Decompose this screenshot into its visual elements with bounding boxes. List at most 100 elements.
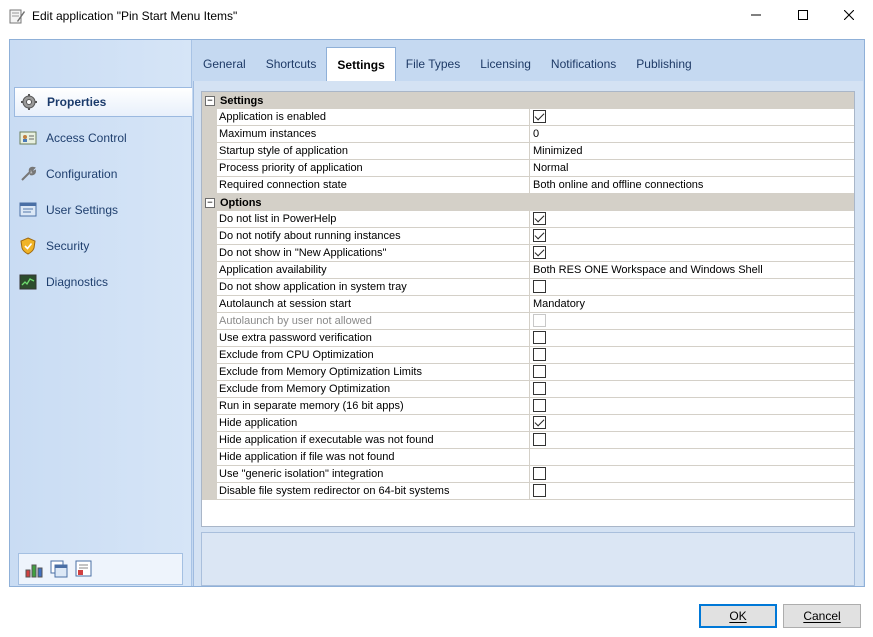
edit-app-icon — [8, 7, 26, 25]
property-value[interactable] — [530, 364, 854, 381]
property-value[interactable] — [530, 415, 854, 432]
tab-shortcuts[interactable]: Shortcuts — [256, 47, 327, 81]
ok-button[interactable]: OK — [699, 604, 777, 628]
ok-button-label: OK — [729, 609, 747, 623]
access-control-icon — [19, 129, 37, 147]
property-name: Process priority of application — [217, 160, 530, 177]
sidebar-item-security[interactable]: Security — [14, 231, 192, 261]
row-gutter — [202, 228, 217, 245]
diagnostics-icon — [19, 273, 37, 291]
property-checkbox[interactable] — [533, 484, 546, 497]
property-row[interactable]: Use extra password verification — [202, 330, 854, 347]
property-row[interactable]: Application availability Both RES ONE Wor… — [202, 262, 854, 279]
report-tool-button[interactable] — [73, 558, 95, 580]
property-checkbox[interactable] — [533, 110, 546, 123]
property-row[interactable]: Exclude from Memory Optimization Limits — [202, 364, 854, 381]
property-value[interactable] — [530, 279, 854, 296]
window-tool-button[interactable] — [48, 558, 70, 580]
property-checkbox[interactable] — [533, 399, 546, 412]
collapse-toggle-icon[interactable]: − — [205, 95, 215, 106]
property-checkbox[interactable] — [533, 280, 546, 293]
property-name: Autolaunch at session start — [217, 296, 530, 313]
property-row[interactable]: Run in separate memory (16 bit apps) — [202, 398, 854, 415]
property-checkbox[interactable] — [533, 416, 546, 429]
category-header[interactable]: − Settings — [202, 92, 854, 109]
tab-publishing[interactable]: Publishing — [626, 47, 701, 81]
category-label: Settings — [220, 94, 264, 107]
property-row[interactable]: Hide application if file was not found — [202, 449, 854, 466]
sidebar: Properties Access Control Configuration … — [10, 40, 192, 586]
property-row[interactable]: Do not notify about running instances — [202, 228, 854, 245]
property-value[interactable]: Minimized — [530, 143, 854, 160]
property-checkbox[interactable] — [533, 382, 546, 395]
property-value[interactable]: Both RES ONE Workspace and Windows Shell — [530, 262, 854, 279]
property-row[interactable]: Autolaunch by user not allowed — [202, 313, 854, 330]
property-value[interactable]: Normal — [530, 160, 854, 177]
property-checkbox[interactable] — [533, 331, 546, 344]
property-row[interactable]: Application is enabled — [202, 109, 854, 126]
property-row[interactable]: Exclude from CPU Optimization — [202, 347, 854, 364]
property-value[interactable] — [530, 449, 854, 466]
property-value[interactable] — [530, 245, 854, 262]
property-name: Hide application if file was not found — [217, 449, 530, 466]
property-name: Do not show in "New Applications" — [217, 245, 530, 262]
row-gutter — [202, 245, 217, 262]
property-value[interactable] — [530, 330, 854, 347]
property-checkbox[interactable] — [533, 467, 546, 480]
tab-licensing[interactable]: Licensing — [470, 47, 541, 81]
sidebar-item-properties[interactable]: Properties — [14, 87, 192, 117]
property-row[interactable]: Hide application — [202, 415, 854, 432]
tab-notifications[interactable]: Notifications — [541, 47, 626, 81]
row-gutter — [202, 313, 217, 330]
tab-general[interactable]: General — [193, 47, 256, 81]
property-value[interactable]: 0 — [530, 126, 854, 143]
property-checkbox[interactable] — [533, 433, 546, 446]
property-checkbox[interactable] — [533, 365, 546, 378]
row-gutter — [202, 126, 217, 143]
property-value[interactable] — [530, 228, 854, 245]
property-value[interactable] — [530, 483, 854, 500]
property-value[interactable] — [530, 432, 854, 449]
property-value[interactable] — [530, 381, 854, 398]
property-value[interactable]: Both online and offline connections — [530, 177, 854, 194]
category-header[interactable]: − Options — [202, 194, 854, 211]
property-value[interactable] — [530, 211, 854, 228]
property-value[interactable]: Mandatory — [530, 296, 854, 313]
property-row[interactable]: Exclude from Memory Optimization — [202, 381, 854, 398]
property-row[interactable]: Process priority of application Normal — [202, 160, 854, 177]
property-row[interactable]: Autolaunch at session start Mandatory — [202, 296, 854, 313]
property-row[interactable]: Required connection state Both online and… — [202, 177, 854, 194]
cancel-button[interactable]: Cancel — [783, 604, 861, 628]
report-tool-icon — [75, 560, 92, 577]
property-checkbox[interactable] — [533, 229, 546, 242]
property-grid[interactable]: − Settings Application is enabled Maximum i… — [201, 91, 855, 527]
property-row[interactable]: Use "generic isolation" integration — [202, 466, 854, 483]
property-row[interactable]: Do not show application in system tray — [202, 279, 854, 296]
property-checkbox[interactable] — [533, 246, 546, 259]
row-gutter — [202, 330, 217, 347]
property-row[interactable]: Do not list in PowerHelp — [202, 211, 854, 228]
property-value[interactable] — [530, 466, 854, 483]
property-row[interactable]: Hide application if executable was not f… — [202, 432, 854, 449]
sidebar-item-access-control[interactable]: Access Control — [14, 123, 192, 153]
property-row[interactable]: Disable file system redirector on 64-bit… — [202, 483, 854, 500]
property-value[interactable] — [530, 109, 854, 126]
property-row[interactable]: Startup style of application Minimized — [202, 143, 854, 160]
property-checkbox[interactable] — [533, 348, 546, 361]
property-checkbox[interactable] — [533, 212, 546, 225]
chart-tool-button[interactable] — [23, 558, 45, 580]
property-row[interactable]: Do not show in "New Applications" — [202, 245, 854, 262]
property-value[interactable] — [530, 313, 854, 330]
close-button[interactable] — [826, 0, 872, 30]
maximize-button[interactable] — [780, 0, 826, 30]
sidebar-item-diagnostics[interactable]: Diagnostics — [14, 267, 192, 297]
sidebar-item-configuration[interactable]: Configuration — [14, 159, 192, 189]
sidebar-item-user-settings[interactable]: User Settings — [14, 195, 192, 225]
property-row[interactable]: Maximum instances 0 — [202, 126, 854, 143]
property-value[interactable] — [530, 398, 854, 415]
property-value[interactable] — [530, 347, 854, 364]
tab-settings[interactable]: Settings — [326, 47, 396, 82]
collapse-toggle-icon[interactable]: − — [205, 197, 215, 208]
tab-file-types[interactable]: File Types — [396, 47, 470, 81]
minimize-button[interactable] — [733, 0, 779, 30]
